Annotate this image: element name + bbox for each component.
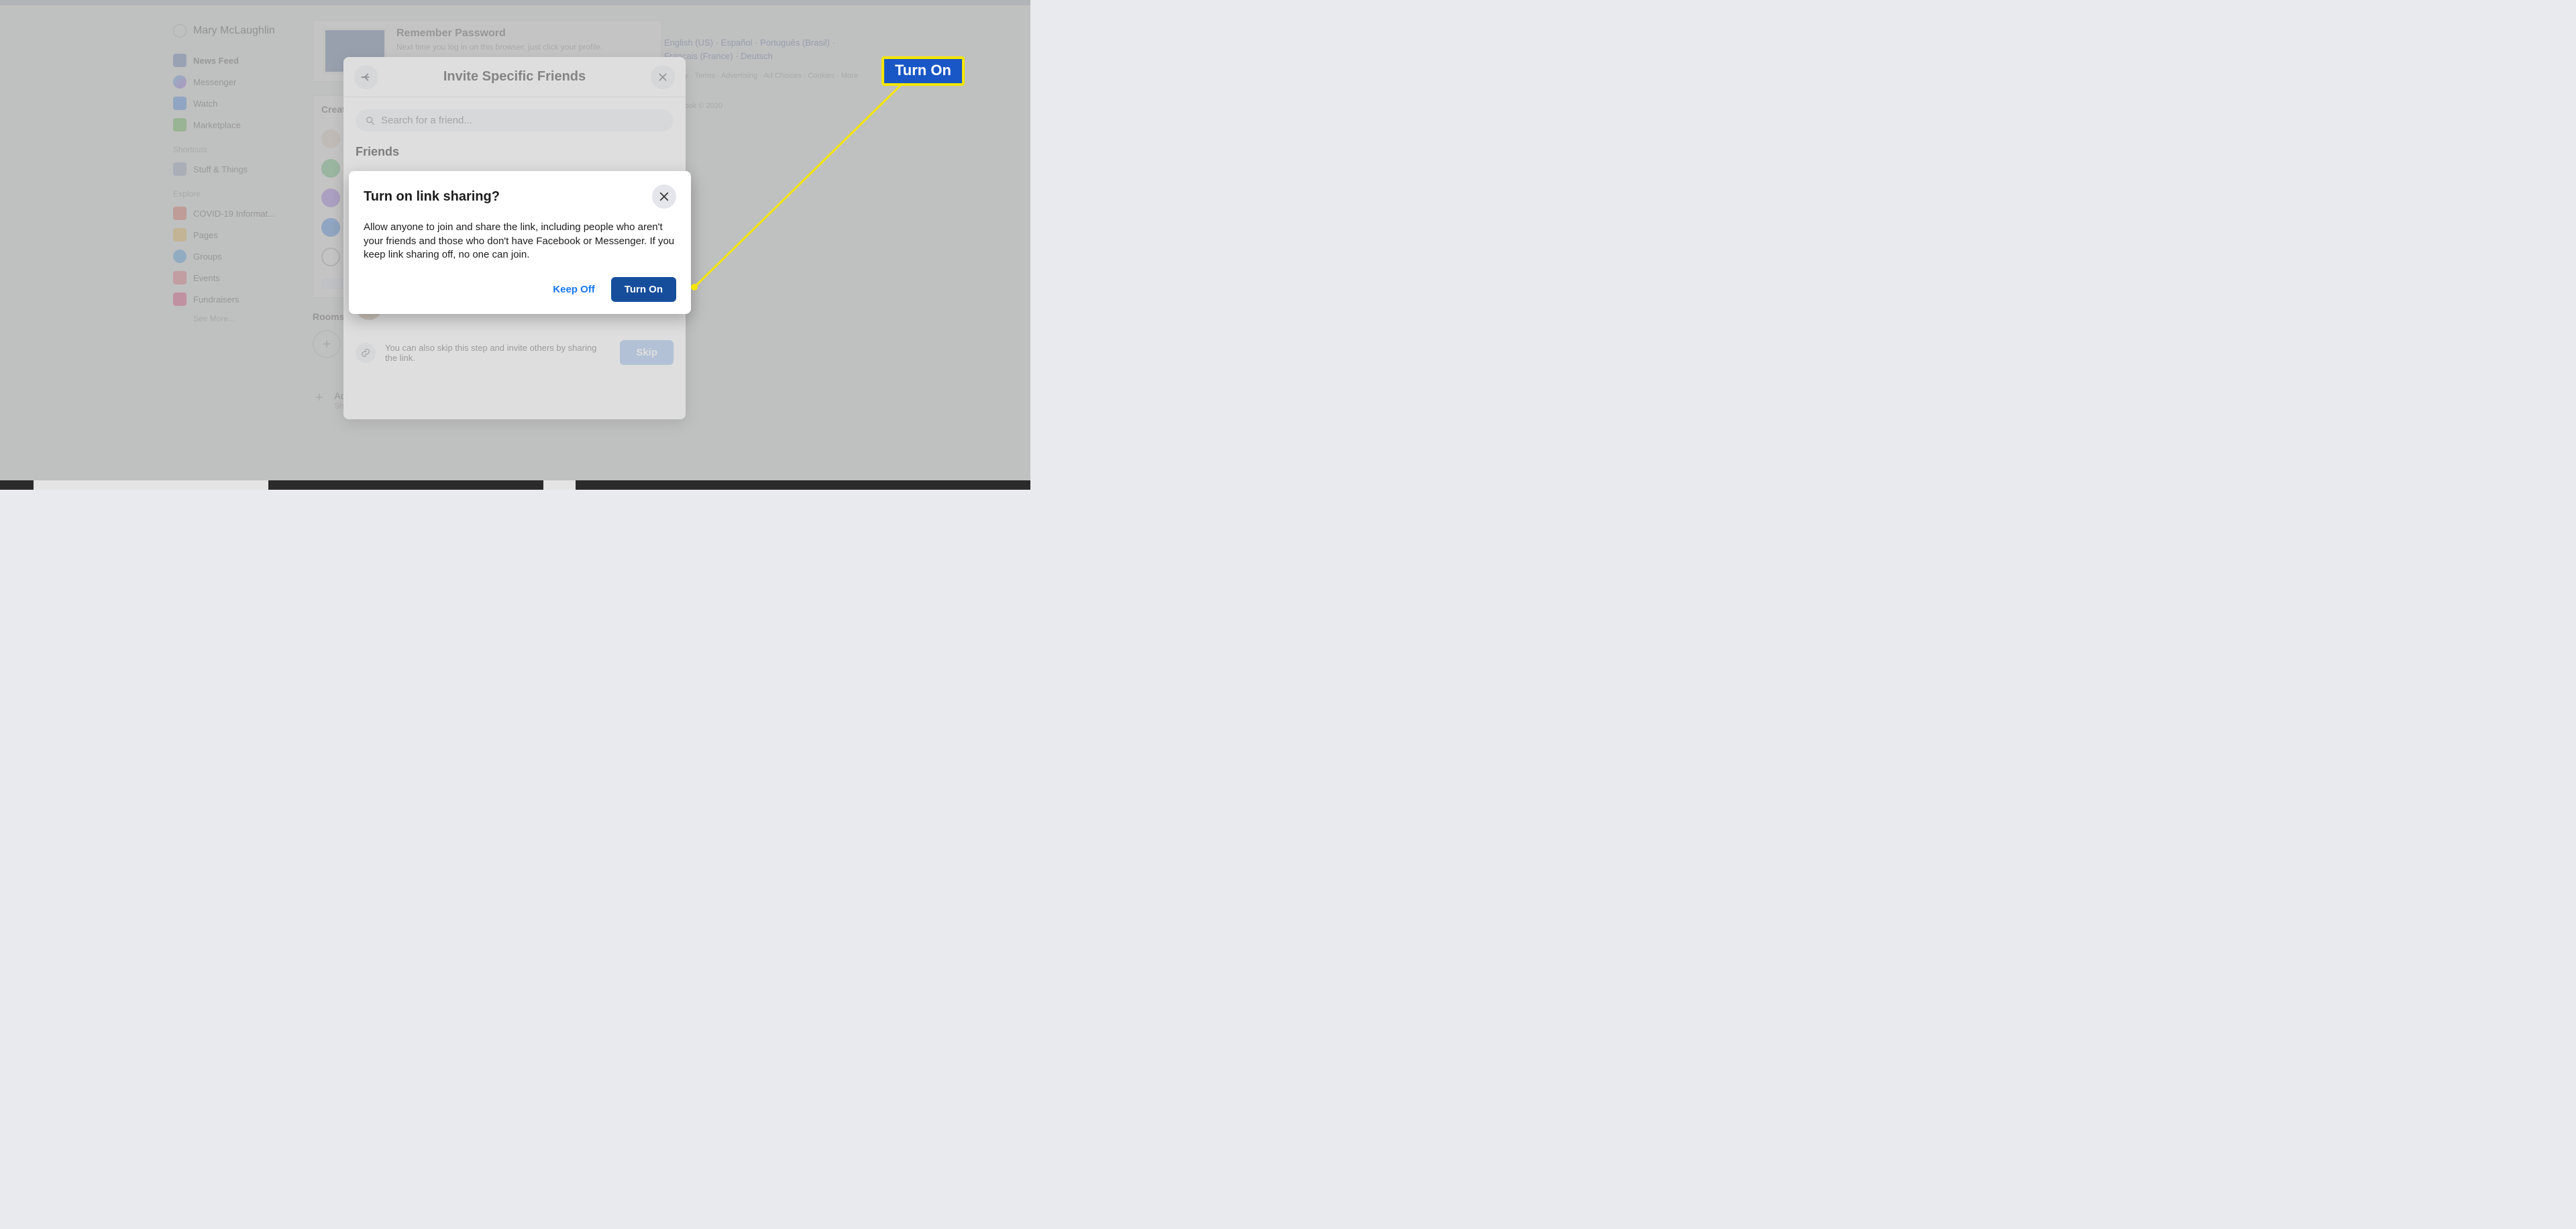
taskbar-segment [576,480,1030,490]
close-icon [658,191,670,203]
link-sharing-confirm-modal: Turn on link sharing? Allow anyone to jo… [349,171,691,314]
confirm-close-button[interactable] [652,184,676,209]
confirm-title: Turn on link sharing? [364,189,500,205]
turn-on-button[interactable]: Turn On [611,277,676,302]
keep-off-button[interactable]: Keep Off [543,277,604,302]
taskbar-segment [0,480,34,490]
confirm-header: Turn on link sharing? [364,184,676,209]
viewport: Mary McLaughlin News Feed Messenger Watc… [0,0,1030,490]
confirm-actions: Keep Off Turn On [364,277,676,302]
taskbar-segment [34,480,268,490]
confirm-body: Allow anyone to join and share the link,… [364,221,676,262]
taskbar-segment [268,480,543,490]
callout-label: Turn On [881,56,965,86]
taskbar-segment [543,480,576,490]
